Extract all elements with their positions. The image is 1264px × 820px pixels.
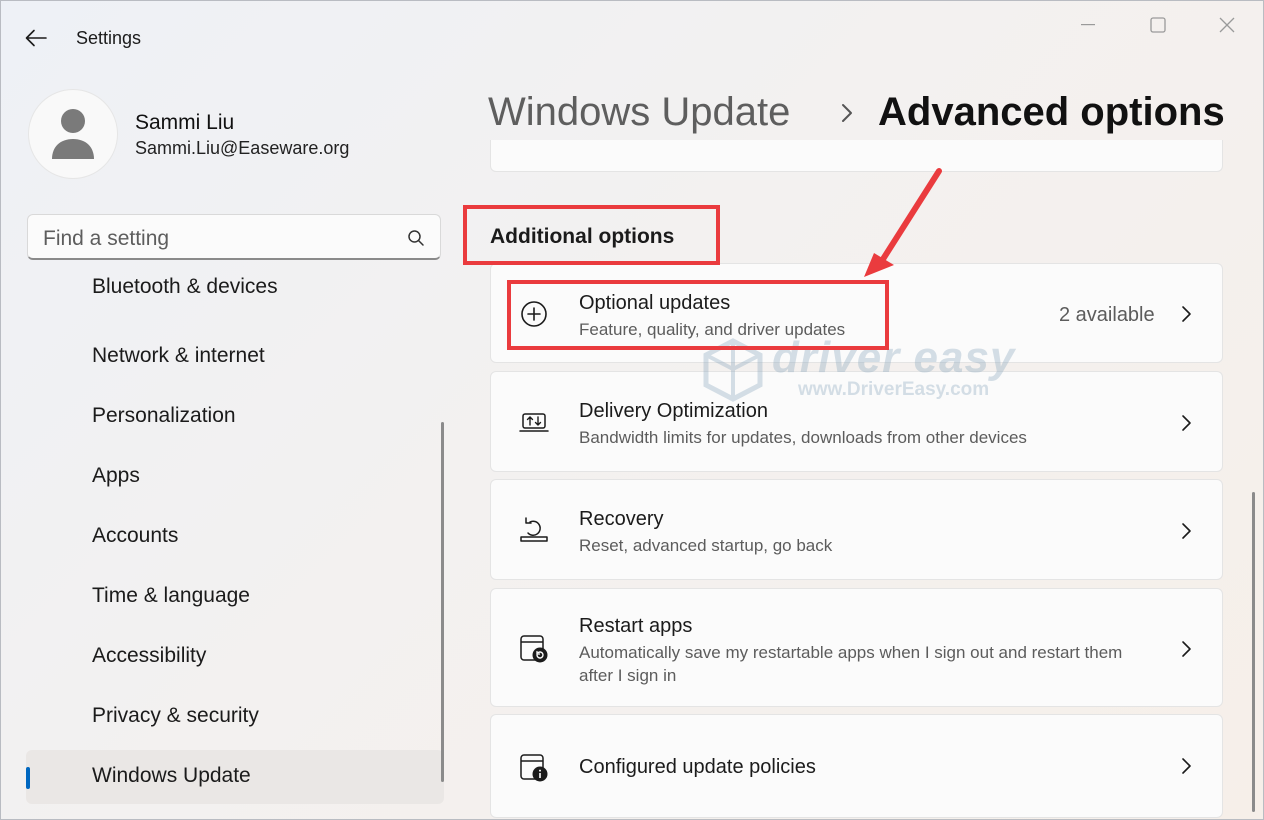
page-title: Advanced options — [878, 90, 1225, 134]
available-count: 2 available — [1059, 304, 1155, 326]
back-button[interactable] — [22, 24, 50, 52]
back-arrow-icon — [25, 29, 47, 47]
maximize-button[interactable] — [1135, 8, 1181, 42]
card-title: Configured update policies — [579, 756, 816, 778]
title-bar: Settings — [0, 0, 1264, 72]
sidebar-item-accounts[interactable]: Accounts — [26, 510, 444, 564]
sidebar-item-label: Windows Update — [92, 764, 251, 787]
minimize-icon — [1081, 24, 1095, 26]
search-icon — [408, 230, 424, 246]
card-description: Automatically save my restartable apps w… — [579, 643, 1123, 685]
breadcrumb-parent[interactable]: Windows Update — [488, 90, 790, 135]
minimize-button[interactable] — [1065, 8, 1111, 42]
sidebar-item-label: Personalization — [92, 404, 236, 427]
card-title: Recovery — [579, 508, 664, 530]
card-title: Delivery Optimization — [579, 400, 768, 422]
section-heading: Additional options — [490, 225, 675, 248]
delivery-optimization-icon — [519, 413, 549, 432]
avatar[interactable] — [28, 89, 118, 179]
restart-apps-icon — [520, 635, 548, 663]
recovery-icon — [520, 517, 548, 542]
sidebar-item-label: Accessibility — [92, 644, 207, 667]
chevron-right-icon — [1182, 523, 1191, 539]
card-delivery-optimization[interactable]: Delivery Optimization Bandwidth limits f… — [490, 371, 1223, 472]
previous-card — [490, 140, 1223, 172]
sidebar-item-windows-update[interactable]: Windows Update — [26, 750, 444, 804]
chevron-right-icon — [1182, 758, 1191, 774]
sidebar-item-apps[interactable]: Apps — [26, 450, 444, 504]
content-scrollbar[interactable] — [1252, 492, 1255, 812]
sidebar-item-network[interactable]: Network & internet — [26, 330, 444, 384]
close-button[interactable] — [1204, 8, 1250, 42]
sidebar-item-label: Accounts — [92, 524, 179, 547]
sidebar-item-personalization[interactable]: Personalization — [26, 390, 444, 444]
user-email: Sammi.Liu@Easeware.org — [135, 138, 350, 158]
sidebar-item-label: Apps — [92, 464, 140, 487]
app-title: Settings — [76, 28, 142, 48]
chevron-right-icon — [1182, 641, 1191, 657]
card-optional-updates[interactable]: Optional updates Feature, quality, and d… — [490, 263, 1223, 363]
card-title: Restart apps — [579, 615, 693, 637]
card-description: Bandwidth limits for updates, downloads … — [579, 428, 1027, 447]
card-recovery[interactable]: Recovery Reset, advanced startup, go bac… — [490, 479, 1223, 580]
sidebar-item-bluetooth[interactable]: Bluetooth & devices — [26, 270, 444, 324]
close-icon — [1219, 17, 1235, 33]
sidebar-item-time-language[interactable]: Time & language — [26, 570, 444, 624]
sidebar-scrollbar[interactable] — [441, 422, 444, 782]
sidebar-item-privacy-security[interactable]: Privacy & security — [26, 690, 444, 744]
search-input[interactable]: Find a setting — [27, 214, 441, 260]
card-title: Optional updates — [579, 292, 731, 314]
breadcrumb-chevron-icon — [842, 104, 852, 122]
sidebar-item-label: Network & internet — [92, 344, 265, 367]
plus-circle-icon — [521, 301, 547, 327]
sidebar-nav: Bluetooth & devices Network & internet P… — [26, 268, 446, 820]
chevron-right-icon — [1182, 306, 1191, 322]
card-restart-apps[interactable]: Restart apps Automatically save my resta… — [490, 588, 1223, 707]
sidebar-item-label: Privacy & security — [92, 704, 259, 727]
user-name: Sammi Liu — [135, 111, 235, 134]
person-icon — [52, 109, 94, 159]
card-description: Reset, advanced startup, go back — [579, 536, 833, 555]
sidebar-item-label: Bluetooth & devices — [92, 275, 278, 298]
policy-info-icon — [520, 754, 548, 782]
search-placeholder: Find a setting — [43, 227, 170, 250]
sidebar-item-label: Time & language — [92, 584, 250, 607]
chevron-right-icon — [1182, 415, 1191, 431]
card-configured-update-policies[interactable]: Configured update policies — [490, 714, 1223, 818]
sidebar-item-accessibility[interactable]: Accessibility — [26, 630, 444, 684]
maximize-icon — [1150, 17, 1166, 33]
active-indicator — [26, 767, 30, 789]
